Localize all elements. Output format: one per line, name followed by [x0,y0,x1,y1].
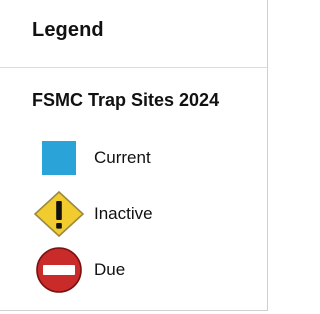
legend-title: Legend [32,19,104,41]
warning-diamond-icon [32,190,86,238]
legend-item-due: Due [32,246,125,294]
no-entry-icon [32,246,86,294]
legend-panel: Legend FSMC Trap Sites 2024 Current Inac… [0,0,268,311]
legend-item-label: Current [94,148,151,167]
blue-square-icon [32,134,86,182]
legend-item-inactive: Inactive [32,190,153,238]
layer-title: FSMC Trap Sites 2024 [32,90,220,110]
legend-item-label: Inactive [94,204,153,223]
legend-item-label: Due [94,260,126,279]
legend-item-current: Current [32,134,151,182]
legend-header: Legend [0,0,267,68]
